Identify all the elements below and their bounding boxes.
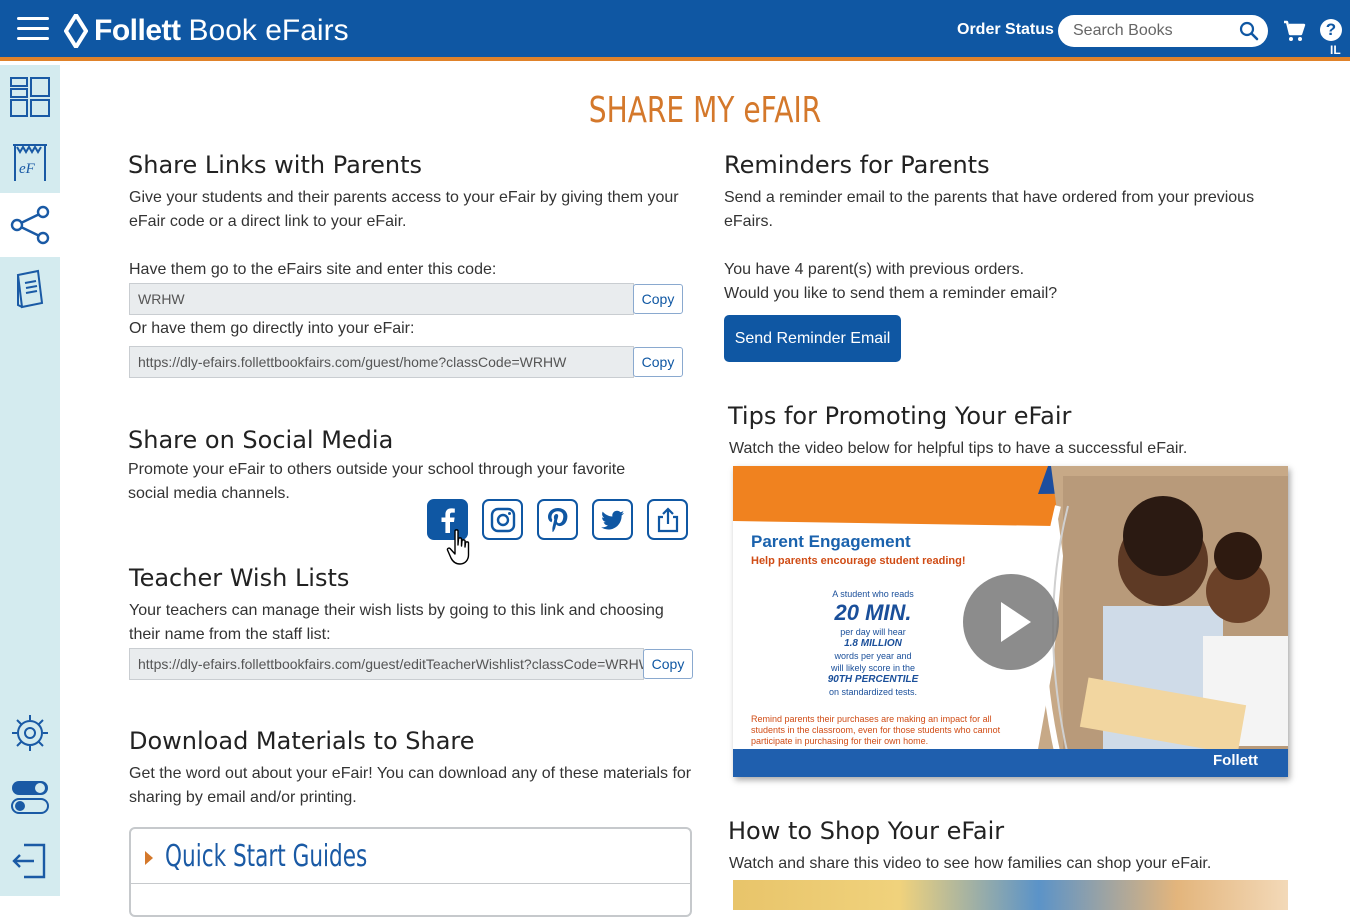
sidebar: eF bbox=[0, 65, 60, 896]
parent-count-text: You have 4 parent(s) with previous order… bbox=[724, 261, 1025, 278]
wishlists-description: Your teachers can manage their wish list… bbox=[129, 602, 664, 643]
sidebar-item-efair[interactable]: eF bbox=[0, 129, 60, 193]
page-title: SHARE MY eFAIR bbox=[588, 90, 822, 131]
stat-big: 20 MIN. bbox=[834, 600, 912, 625]
reminders-description: Send a reminder email to the parents tha… bbox=[724, 189, 1255, 230]
downloads-heading: Download Materials to Share bbox=[129, 727, 475, 755]
share-icon bbox=[10, 205, 50, 245]
reminder-question: Would you like to send them a reminder e… bbox=[724, 285, 1058, 302]
social-heading: Share on Social Media bbox=[128, 426, 394, 454]
sidebar-item-toggles[interactable] bbox=[0, 765, 60, 829]
howto-heading: How to Shop Your eFair bbox=[728, 817, 1005, 845]
sidebar-item-logout[interactable] bbox=[0, 829, 60, 893]
howto-description: Watch and share this video to see how fa… bbox=[729, 855, 1212, 872]
play-icon bbox=[1001, 602, 1031, 642]
menu-icon[interactable] bbox=[17, 17, 49, 41]
instagram-icon bbox=[490, 507, 515, 532]
order-status-link[interactable]: Order Status bbox=[957, 21, 1054, 39]
search-input[interactable] bbox=[1073, 21, 1233, 41]
tips-video-player[interactable]: Parent Engagement Help parents encourage… bbox=[733, 466, 1288, 777]
stat-line: on standardized tests. bbox=[828, 687, 918, 697]
reminders-heading: Reminders for Parents bbox=[724, 151, 990, 179]
video-brand: Follett bbox=[1213, 752, 1258, 769]
follett-logo-icon bbox=[64, 14, 88, 48]
stat-line: will likely score in the bbox=[830, 663, 916, 673]
stat-line: per day will hear bbox=[840, 627, 906, 637]
twitter-icon bbox=[600, 510, 624, 529]
help-icon[interactable]: ? bbox=[1320, 19, 1342, 41]
search-icon[interactable] bbox=[1239, 21, 1259, 41]
logo-product-text: Book eFairs bbox=[188, 14, 349, 47]
sidebar-item-share[interactable] bbox=[0, 193, 60, 257]
logo-brand-text: Follett bbox=[94, 14, 181, 47]
efair-code-field[interactable]: WRHW bbox=[129, 283, 634, 315]
video-note: Remind parents their purchases are makin… bbox=[751, 714, 1001, 746]
code-label: Have them go to the eFairs site and ente… bbox=[129, 261, 497, 278]
instagram-button[interactable] bbox=[482, 499, 523, 540]
quick-start-guides-accordion[interactable]: Quick Start Guides bbox=[129, 827, 692, 917]
tips-description: Watch the video below for helpful tips t… bbox=[729, 440, 1188, 457]
sidebar-item-dashboard[interactable] bbox=[0, 65, 60, 129]
sidebar-item-settings[interactable] bbox=[0, 701, 60, 765]
cart-icon[interactable] bbox=[1282, 19, 1306, 43]
state-badge: IL bbox=[1330, 43, 1341, 57]
hand-cursor-icon bbox=[446, 529, 470, 565]
twitter-button[interactable] bbox=[592, 499, 633, 540]
pinterest-button[interactable] bbox=[537, 499, 578, 540]
share-links-description: Give your students and their parents acc… bbox=[129, 189, 679, 230]
wishlist-link-field[interactable]: https://dly-efairs.follettbookfairs.com/… bbox=[129, 648, 644, 680]
share-upload-button[interactable] bbox=[647, 499, 688, 540]
video-subtitle: Help parents encourage student reading! bbox=[751, 555, 966, 567]
share-upload-icon bbox=[657, 506, 678, 532]
play-button[interactable] bbox=[963, 574, 1059, 670]
toggle-switch-icon bbox=[11, 781, 49, 814]
accordion-label: Quick Start Guides bbox=[165, 839, 368, 874]
video-stat: A student who reads 20 MIN. per day will… bbox=[803, 588, 943, 698]
share-links-heading: Share Links with Parents bbox=[128, 151, 423, 179]
stat-mid: 1.8 MILLION bbox=[844, 638, 902, 649]
copy-code-button[interactable]: Copy bbox=[633, 284, 683, 314]
stat-line: words per year and bbox=[834, 651, 912, 661]
stat-mid: 90TH PERCENTILE bbox=[827, 674, 919, 685]
dashboard-icon bbox=[10, 77, 50, 117]
svg-text:eF: eF bbox=[19, 161, 36, 177]
efair-banner-icon: eF bbox=[13, 144, 47, 181]
downloads-description: Get the word out about your eFair! You c… bbox=[129, 765, 692, 806]
copy-wishlist-button[interactable]: Copy bbox=[643, 649, 693, 679]
accordion-divider bbox=[131, 883, 690, 884]
tips-heading: Tips for Promoting Your eFair bbox=[728, 402, 1072, 430]
copy-link-button[interactable]: Copy bbox=[633, 347, 683, 377]
search-box bbox=[1058, 15, 1268, 47]
caret-right-icon bbox=[145, 851, 153, 865]
video-title: Parent Engagement bbox=[751, 532, 911, 551]
stat-line: A student who reads bbox=[832, 589, 914, 599]
link-label: Or have them go directly into your eFair… bbox=[129, 320, 415, 337]
efair-link-field[interactable]: https://dly-efairs.follettbookfairs.com/… bbox=[129, 346, 634, 378]
book-icon bbox=[16, 269, 44, 309]
logout-icon bbox=[12, 843, 46, 879]
pinterest-icon bbox=[547, 507, 567, 532]
follett-logo[interactable]: Follett Book eFairs bbox=[64, 12, 349, 50]
sidebar-item-books[interactable] bbox=[0, 257, 60, 321]
top-header: Follett Book eFairs Order Status ? IL bbox=[0, 0, 1350, 61]
wishlists-heading: Teacher Wish Lists bbox=[129, 564, 350, 592]
send-reminder-email-button[interactable]: Send Reminder Email bbox=[724, 315, 901, 362]
settings-gear-icon bbox=[12, 715, 48, 751]
howto-video-player[interactable] bbox=[733, 880, 1288, 910]
